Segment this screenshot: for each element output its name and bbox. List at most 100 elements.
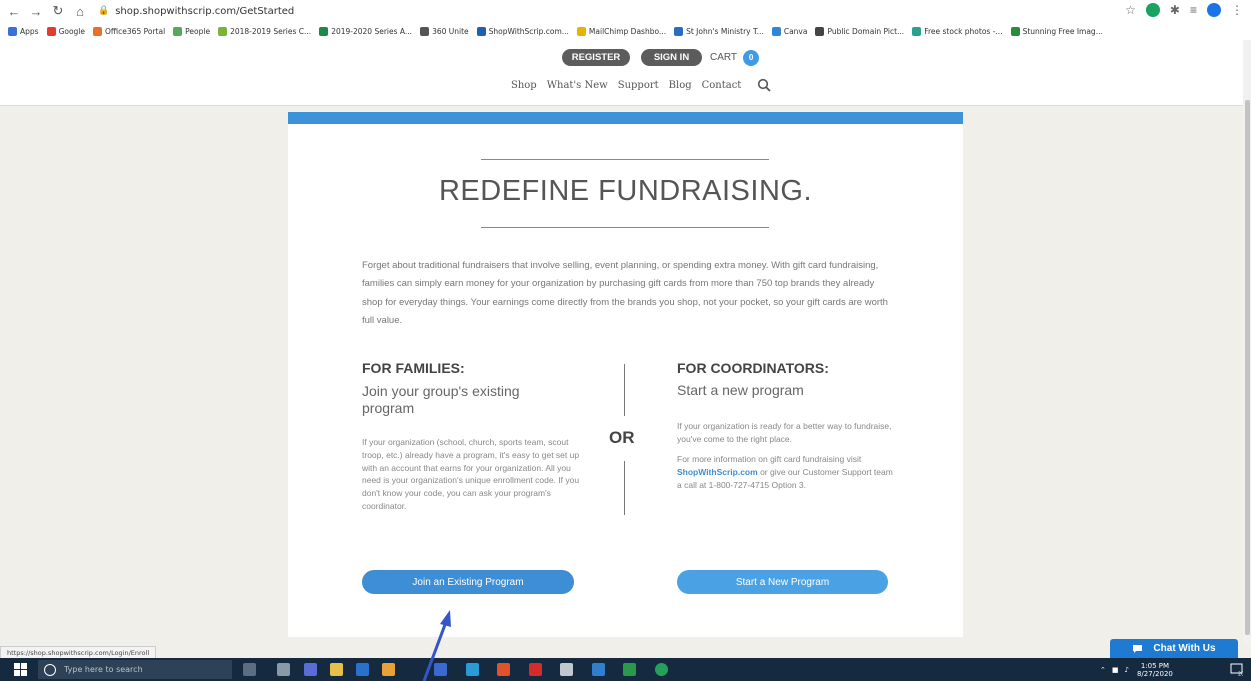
bookmark-label: Office365 Portal (105, 26, 166, 36)
bookmark-item[interactable]: Google (46, 26, 86, 36)
bookmark-item[interactable]: Free stock photos -... (912, 26, 1003, 36)
outlook-icon[interactable] (356, 663, 369, 676)
bookmark-label: Free stock photos -... (924, 26, 1003, 36)
acrobat-icon[interactable] (529, 663, 542, 676)
cart-link[interactable]: CART 0 (710, 49, 760, 66)
bookmark-favicon-icon (1010, 26, 1020, 36)
start-new-program-button[interactable]: Start a New Program (677, 570, 888, 594)
powerpoint-icon[interactable] (497, 663, 510, 676)
families-title: FOR FAMILIES: (362, 360, 465, 376)
canva-taskbar-icon[interactable] (655, 663, 668, 676)
coordinators-subtitle: Start a new program (677, 382, 804, 398)
bookmark-favicon-icon (476, 26, 486, 36)
clock-date: 8/27/2020 (1136, 669, 1173, 678)
bookmark-label: Canva (783, 26, 808, 36)
microphone-icon[interactable] (243, 663, 256, 676)
network-icon[interactable]: ■ (1112, 666, 1119, 674)
shopwithscrip-link[interactable]: ShopWithScrip.com (677, 467, 758, 477)
bookmark-item[interactable]: Canva (771, 26, 808, 36)
chrome-taskbar-icon[interactable] (382, 663, 395, 676)
extension-icon[interactable] (1145, 3, 1160, 17)
task-view-icon[interactable] (277, 663, 290, 676)
profile-avatar[interactable] (1207, 3, 1221, 17)
bookmark-label: People (185, 26, 211, 36)
page-headline: REDEFINE FUNDRAISING. (438, 175, 813, 207)
publisher-icon[interactable] (466, 663, 479, 676)
or-label: OR (609, 428, 635, 447)
extensions-puzzle-icon[interactable]: ✱ (1170, 3, 1180, 17)
bookmark-label: ShopWithScrip.com... (488, 26, 569, 36)
notification-count: 20 (1238, 672, 1243, 677)
bookmark-favicon-icon (420, 26, 430, 36)
bookmark-item[interactable]: Apps (8, 26, 39, 36)
bookmark-item[interactable]: ShopWithScrip.com... (476, 26, 569, 36)
reload-icon[interactable]: ↻ (50, 3, 66, 19)
home-icon[interactable]: ⌂ (72, 3, 88, 19)
taskbar-search-box[interactable]: Type here to search (38, 660, 232, 679)
bookmark-favicon-icon (771, 26, 781, 36)
teams-taskbar-icon[interactable] (434, 663, 447, 676)
teams-icon[interactable] (304, 663, 317, 676)
forward-icon[interactable]: → (28, 3, 44, 19)
bookmark-item[interactable]: St John's Ministry T... (674, 26, 764, 36)
chat-with-us-button[interactable]: Chat With Us (1110, 639, 1238, 658)
bookmark-star-icon[interactable]: ☆ (1125, 3, 1136, 17)
address-bar[interactable]: 🔒 shop.shopwithscrip.com/GetStarted (98, 6, 294, 17)
bookmark-favicon-icon (319, 26, 329, 36)
register-button[interactable]: REGISTER (562, 49, 630, 66)
coordinators-body-2-pre: For more information on gift card fundra… (677, 454, 862, 464)
families-body: If your organization (school, church, sp… (362, 437, 580, 511)
coordinators-body-2: For more information on gift card fundra… (677, 453, 897, 491)
search-icon[interactable] (757, 78, 771, 92)
bookmark-item[interactable]: 2019-2020 Series A... (319, 26, 413, 36)
tray-chevron-icon[interactable]: ⌃ (1100, 666, 1106, 674)
coordinators-title: FOR COORDINATORS: (677, 360, 829, 376)
volume-icon[interactable]: ♪ (1125, 666, 1129, 674)
browser-toolbar: ← → ↻ ⌂ 🔒 shop.shopwithscrip.com/GetStar… (0, 0, 1251, 22)
bookmark-item[interactable]: Stunning Free Imag... (1010, 26, 1103, 36)
nav-support[interactable]: Support (618, 80, 659, 91)
bookmark-favicon-icon (815, 26, 825, 36)
address-bar-url: shop.shopwithscrip.com/GetStarted (115, 5, 295, 17)
bookmark-favicon-icon (912, 26, 922, 36)
bookmark-label: MailChimp Dashbo... (588, 26, 667, 36)
bookmark-item[interactable]: 2018-2019 Series C... (218, 26, 311, 36)
browser-menu-icon[interactable]: ⋮ (1231, 3, 1243, 17)
bookmark-item[interactable]: People (173, 26, 211, 36)
bookmark-label: 360 Unite (432, 26, 469, 36)
cart-count-badge: 0 (743, 49, 760, 66)
nav-contact[interactable]: Contact (702, 80, 742, 91)
system-clock[interactable]: 1:05 PM 8/27/2020 (1137, 662, 1173, 678)
bookmark-item[interactable]: Public Domain Pict... (815, 26, 904, 36)
notification-center-icon[interactable]: 20 (1230, 663, 1243, 676)
bookmark-item[interactable]: 360 Unite (420, 26, 469, 36)
photos-icon[interactable] (592, 663, 605, 676)
nav-blog[interactable]: Blog (669, 80, 692, 91)
calculator-icon[interactable] (560, 663, 573, 676)
taskbar-search-placeholder: Type here to search (64, 665, 143, 674)
bookmark-item[interactable]: Office365 Portal (93, 26, 166, 36)
chat-label: Chat With Us (1153, 643, 1216, 654)
chat-bubble-icon (1133, 644, 1143, 653)
system-tray: ⌃ ■ ♪ 1:05 PM 8/27/2020 (1100, 658, 1173, 681)
nav-whats-new[interactable]: What's New (547, 80, 608, 91)
bookmark-favicon-icon (8, 26, 17, 36)
reading-list-icon[interactable]: ≡ (1190, 3, 1197, 17)
main-nav: Shop What's New Support Blog Contact (511, 78, 771, 92)
sign-in-button[interactable]: SIGN IN (641, 49, 702, 66)
or-divider-top (624, 364, 625, 416)
bookmark-label: 2019-2020 Series A... (331, 26, 413, 36)
back-icon[interactable]: ← (6, 3, 22, 19)
cortana-icon (44, 663, 56, 676)
nav-shop[interactable]: Shop (511, 80, 537, 91)
bookmark-item[interactable]: MailChimp Dashbo... (576, 26, 667, 36)
file-explorer-icon[interactable] (330, 663, 343, 676)
bookmark-favicon-icon (93, 26, 103, 36)
windows-start-icon[interactable] (14, 663, 27, 676)
page-scrollbar-thumb[interactable] (1245, 100, 1250, 635)
bookmark-label: Apps (20, 26, 39, 36)
join-existing-program-button[interactable]: Join an Existing Program (362, 570, 574, 594)
headline-rule-bottom (481, 227, 769, 228)
excel-icon[interactable] (623, 663, 636, 676)
bookmark-label: Google (58, 26, 86, 36)
